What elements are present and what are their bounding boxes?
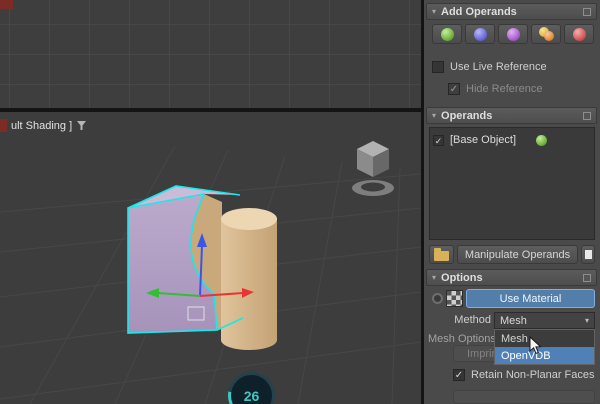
- viewport-shading-label[interactable]: ult Shading ]: [11, 120, 72, 132]
- operand-label: [Base Object]: [450, 134, 516, 146]
- pin-icon[interactable]: [583, 274, 591, 282]
- chevron-down-icon: ▾: [585, 316, 589, 325]
- viewport-top[interactable]: [0, 0, 421, 112]
- operand-type-button-3[interactable]: [498, 24, 528, 44]
- pin-icon[interactable]: [583, 8, 591, 16]
- rollout-operands[interactable]: ▾ Operands: [426, 107, 597, 124]
- operand-type-button-2[interactable]: [465, 24, 495, 44]
- folder-icon: [434, 251, 449, 261]
- document-icon: [584, 249, 593, 260]
- mouse-cursor: [529, 336, 543, 356]
- operand-sphere-red-icon: [573, 28, 586, 41]
- operands-list[interactable]: ✓ [Base Object]: [429, 127, 595, 240]
- operand-sphere-purple-icon: [507, 28, 520, 41]
- viewport-canvas[interactable]: [0, 116, 421, 404]
- use-live-reference-checkbox[interactable]: [432, 61, 444, 73]
- method-label: Method: [434, 314, 491, 326]
- operand-sphere-green-icon: [441, 28, 454, 41]
- operand-type-button-5[interactable]: [564, 24, 594, 44]
- rollout-title: Add Operands: [441, 6, 517, 18]
- operand-sphere-blue-icon: [474, 28, 487, 41]
- dropdown-item-openvdb[interactable]: OpenVDB: [495, 347, 594, 364]
- method-dropdown[interactable]: Mesh ▾: [494, 312, 595, 329]
- screenshot-root: ult Shading ]: [0, 0, 600, 404]
- operand-type-button-4[interactable]: [531, 24, 561, 44]
- badge-count: 26: [244, 388, 260, 404]
- method-dropdown-list: Mesh OpenVDB: [494, 329, 595, 365]
- command-panel: ▾ Add Operands Use Live Reference ✓ Hide…: [421, 0, 600, 404]
- rollout-title: Operands: [441, 110, 492, 122]
- viewport-label-bar: ult Shading ]: [0, 119, 87, 132]
- pin-icon[interactable]: [583, 112, 591, 120]
- viewport-filter-icon[interactable]: [76, 120, 87, 131]
- rollout-options[interactable]: ▾ Options: [426, 269, 597, 286]
- retain-non-planar-label: Retain Non-Planar Faces: [471, 369, 595, 381]
- open-operand-button[interactable]: [429, 245, 454, 264]
- operand-placement-widget[interactable]: [352, 141, 394, 196]
- operand-sphere-green-icon: [536, 135, 547, 146]
- clipped-red-marker: [0, 0, 13, 9]
- manipulate-operands-button[interactable]: Manipulate Operands: [457, 245, 578, 264]
- use-live-reference-label: Use Live Reference: [450, 61, 547, 73]
- retain-non-planar-checkbox[interactable]: ✓: [453, 369, 465, 381]
- round-indicator-icon[interactable]: [432, 293, 443, 304]
- hide-reference-label: Hide Reference: [466, 83, 542, 95]
- operand-type-button-1[interactable]: [432, 24, 462, 44]
- hide-reference-checkbox[interactable]: ✓: [448, 83, 460, 95]
- rollout-add-operands[interactable]: ▾ Add Operands: [426, 3, 597, 20]
- rollout-arrow-icon: ▾: [432, 111, 436, 120]
- operand-visible-checkbox[interactable]: ✓: [433, 135, 444, 146]
- list-item[interactable]: ✓ [Base Object]: [433, 132, 591, 148]
- clipped-red-marker: [0, 119, 7, 132]
- rollout-title: Options: [441, 272, 483, 284]
- method-value: Mesh: [500, 315, 527, 327]
- dropdown-item-mesh[interactable]: Mesh: [495, 330, 594, 347]
- rollout-arrow-icon: ▾: [432, 7, 436, 16]
- disabled-button-partial[interactable]: [453, 390, 595, 404]
- mesh-options-label: Mesh Options: [428, 333, 496, 345]
- viewport-main[interactable]: ult Shading ]: [0, 116, 421, 404]
- use-material-button[interactable]: Use Material: [466, 289, 595, 308]
- operand-sphere-yellow-orange-icon: [539, 27, 554, 41]
- operand-list-options-button[interactable]: [581, 245, 595, 264]
- material-checker-button[interactable]: [446, 290, 463, 307]
- rollout-arrow-icon: ▾: [432, 273, 436, 282]
